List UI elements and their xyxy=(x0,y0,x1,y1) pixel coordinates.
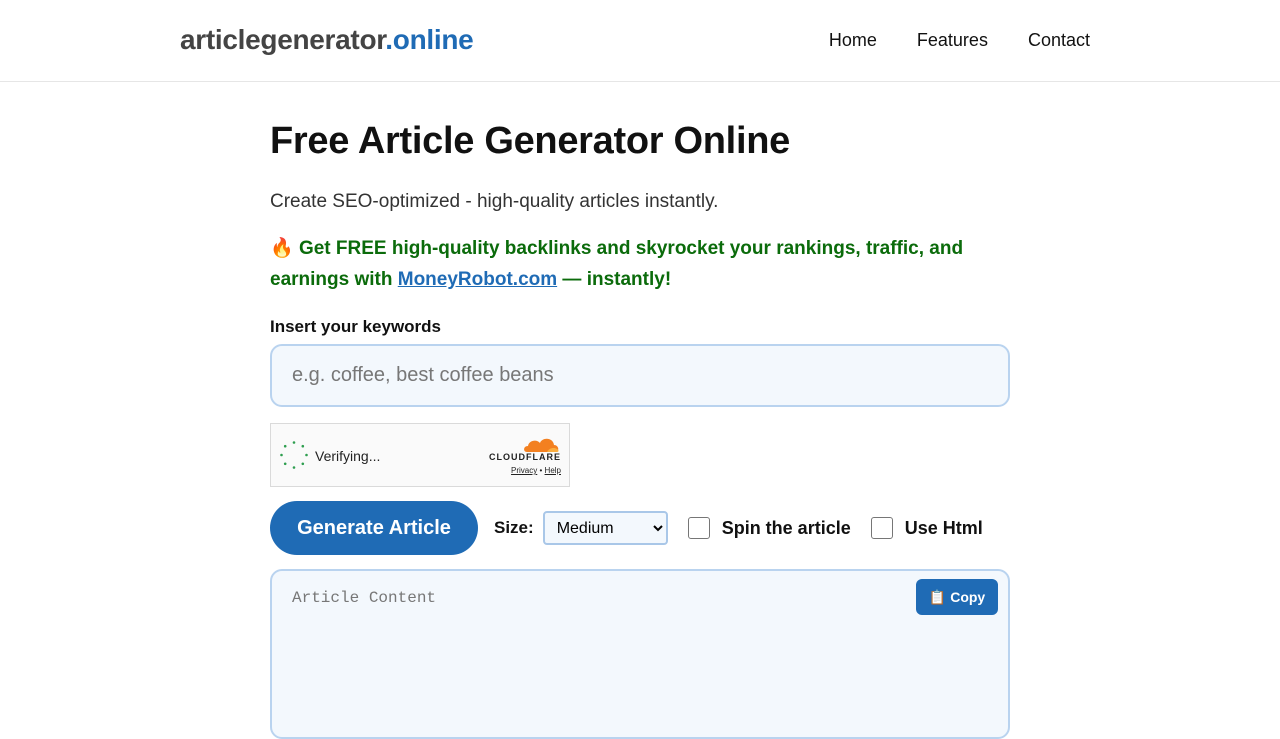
size-select[interactable]: Medium xyxy=(542,511,668,545)
nav-home-link[interactable]: Home xyxy=(829,30,877,51)
nav-features-link[interactable]: Features xyxy=(917,30,988,51)
spinner-icon xyxy=(280,441,308,469)
keywords-input[interactable] xyxy=(270,344,1010,407)
site-logo[interactable]: articlegenerator.online xyxy=(180,24,474,56)
generation-controls: Generate Article Size: Medium Spin the a… xyxy=(270,501,1010,555)
use-html-checkbox[interactable] xyxy=(870,517,893,539)
captcha-help-link[interactable]: Help xyxy=(545,466,561,475)
captcha-links: Privacy • Help xyxy=(487,466,561,475)
use-html-label: Use Html xyxy=(904,517,983,538)
clipboard-icon: 📋 xyxy=(928,588,947,605)
cloudflare-cloud-icon xyxy=(524,438,559,452)
main-nav: Home Features Contact xyxy=(829,30,1090,51)
generate-article-button[interactable]: Generate Article xyxy=(270,501,478,555)
captcha-privacy-link[interactable]: Privacy xyxy=(511,466,537,475)
captcha-status: Verifying... xyxy=(315,448,381,464)
main-content: Free Article Generator Online Create SEO… xyxy=(270,120,1010,739)
moneyrobot-link[interactable]: MoneyRobot.com xyxy=(398,269,557,290)
nav-contact-link[interactable]: Contact xyxy=(1028,30,1090,51)
article-content-area[interactable]: Article Content 📋 Copy xyxy=(270,569,1010,739)
cloudflare-logo: CLOUDFLARE Privacy • Help xyxy=(487,434,561,475)
promo-banner: 🔥 Get FREE high-quality backlinks and sk… xyxy=(270,233,1010,295)
logo-tld-text: .online xyxy=(385,24,474,55)
article-placeholder: Article Content xyxy=(292,589,437,607)
cloudflare-brand-text: CLOUDFLARE xyxy=(489,452,561,462)
spin-article-checkbox[interactable] xyxy=(687,517,710,539)
page-subtitle: Create SEO-optimized - high-quality arti… xyxy=(270,191,719,212)
copy-button[interactable]: 📋 Copy xyxy=(916,579,998,615)
spin-article-toggle[interactable]: Spin the article xyxy=(687,517,851,539)
size-label: Size: xyxy=(494,518,534,537)
spin-article-label: Spin the article xyxy=(721,517,851,538)
logo-main-text: articlegenerator xyxy=(180,24,386,55)
fire-icon: 🔥 xyxy=(270,238,294,259)
promo-text-end: — instantly! xyxy=(562,269,672,290)
site-header: articlegenerator.online Home Features Co… xyxy=(0,0,1280,82)
cloudflare-captcha-widget[interactable]: Verifying... CLOUDFLARE Privacy • Help xyxy=(270,423,570,487)
keywords-label: Insert your keywords xyxy=(270,317,442,336)
copy-button-label: Copy xyxy=(950,589,986,605)
use-html-toggle[interactable]: Use Html xyxy=(870,517,983,539)
page-title: Free Article Generator Online xyxy=(270,120,790,162)
captcha-link-separator: • xyxy=(539,466,543,475)
